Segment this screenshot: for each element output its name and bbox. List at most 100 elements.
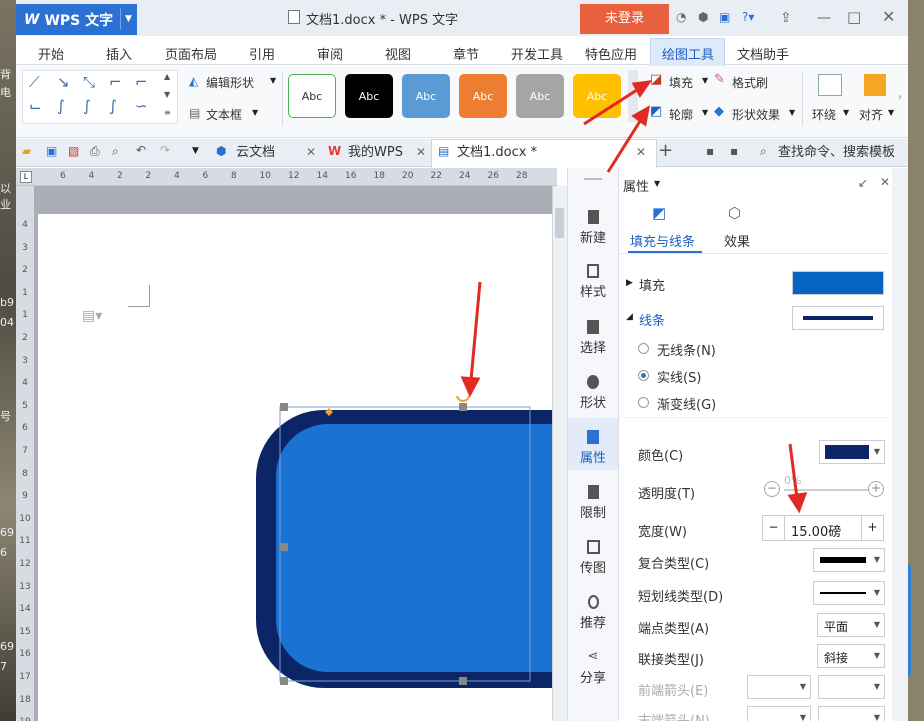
menu-layout[interactable]: 页面布局 [165,44,217,63]
tab-my-wps[interactable]: 我的WPS [348,139,403,167]
menu-home[interactable]: 开始 [38,44,64,63]
menu-drawing-tools[interactable]: 绘图工具 [662,44,714,63]
collapse-triangle-icon[interactable]: ◢ [626,312,633,322]
line-icon[interactable]: ⟋ [29,73,40,91]
sidebar-item-restrict[interactable]: 限制 [567,485,619,521]
sidebar-item-recommend[interactable]: 推荐 [567,595,619,631]
width-input[interactable]: 15.00磅 [791,521,841,540]
chevron-down-icon[interactable]: ▼ [270,76,276,85]
curve-arrow-icon[interactable]: ∫ [83,97,91,115]
transparency-slider[interactable] [784,489,868,491]
app-menu-button[interactable]: W WPS 文字 [16,4,137,35]
tab-close-icon[interactable]: ✕ [416,145,426,159]
menu-view[interactable]: 视图 [385,44,411,63]
paragraph-layout-icon[interactable]: ▤▾ [82,308,102,324]
line-section-label[interactable]: 线条 [639,310,665,329]
maximize-icon[interactable]: □ [847,8,861,26]
app-menu-dropdown-icon[interactable]: ▼ [120,8,136,30]
cap-type-dropdown[interactable]: 平面 ▼ [817,613,885,637]
curve-icon[interactable]: ∫ [57,97,65,115]
shape-effect-button[interactable]: 形状效果 [732,106,780,123]
vertical-scrollbar[interactable] [552,186,567,721]
close-icon[interactable]: ✕ [882,7,895,26]
shape-style-preset[interactable]: Abc [459,74,507,118]
radio-no-line[interactable] [638,343,649,354]
gallery-more-icon[interactable]: ≡ [164,108,171,117]
tab-effect[interactable]: 效果 [724,231,750,250]
tab-document1[interactable]: 文档1.docx * [457,139,537,167]
chevron-down-icon[interactable]: ▼ [702,76,708,85]
wrap-button[interactable]: 环绕 [812,106,836,123]
redo-icon[interactable]: ↷ [160,143,170,157]
menu-insert[interactable]: 插入 [106,44,132,63]
gallery-up-icon[interactable]: ▲ [164,72,170,81]
share-upload-icon[interactable]: ⇪ [780,10,792,26]
ribbon-scroll-right-icon[interactable]: › [898,92,902,103]
format-brush-button[interactable]: 格式刷 [732,74,768,91]
login-button[interactable]: 未登录 [580,4,669,34]
open-folder-icon[interactable]: ▰ [22,144,31,158]
settings-icon[interactable]: ⬢ [698,10,708,24]
chevron-down-icon[interactable]: ▼ [789,108,795,117]
arrow-line-icon[interactable]: ↘ [57,73,70,91]
shape-style-preset[interactable]: Abc [345,74,393,118]
help-icon[interactable]: ?▾ [742,10,754,24]
dash-type-dropdown[interactable]: ▼ [813,581,885,605]
skin-icon[interactable]: ◔ [676,10,686,24]
expand-triangle-icon[interactable]: ▶ [626,278,633,288]
shape-style-preset[interactable]: Abc [573,74,621,118]
begin-arrow-size-dropdown[interactable]: ▼ [818,675,885,699]
fill-color-swatch[interactable] [792,271,884,295]
sidebar-item-properties[interactable]: 属性 [567,430,619,466]
edit-shape-button[interactable]: 编辑形状 [206,74,254,91]
double-arrow-icon[interactable]: ⤡ [83,73,95,91]
transparency-increase-icon[interactable]: + [868,481,884,497]
curve-double-icon[interactable]: ∫ [109,97,117,115]
width-increase-icon[interactable]: + [861,516,883,540]
transparency-decrease-icon[interactable]: − [764,481,780,497]
freeform-icon[interactable]: ∽ [135,97,148,115]
fill-button[interactable]: 填充 [669,74,693,91]
align-button[interactable]: 对齐 [859,106,883,123]
new-tab-icon[interactable]: + [658,140,673,161]
elbow-arrow-icon[interactable]: ⌐ [135,73,148,91]
chevron-down-icon[interactable]: ▼ [654,179,660,188]
print-preview-icon[interactable]: ⌕ [112,144,119,159]
tab-stop-selector-icon[interactable]: L [20,171,32,183]
begin-arrow-style-dropdown[interactable]: ▼ [747,675,811,699]
fill-section-label[interactable]: 填充 [639,275,665,294]
join-type-dropdown[interactable]: 斜接 ▼ [817,644,885,668]
line-style-swatch[interactable] [792,306,884,330]
minimize-icon[interactable]: — [817,10,831,26]
menu-developer[interactable]: 开发工具 [511,44,563,63]
end-arrow-style-dropdown[interactable]: ▼ [747,706,811,721]
tab-fill-and-line[interactable]: 填充与线条 [630,231,695,250]
shape-style-preset[interactable]: Abc [288,74,336,118]
sidebar-item-upload-image[interactable]: 传图 [567,540,619,576]
text-box-button[interactable]: 文本框 [206,106,242,123]
export-pdf-icon[interactable]: ▧ [68,144,79,158]
gallery-down-icon[interactable]: ▼ [164,90,170,99]
styles-scroll[interactable] [628,70,638,122]
tab-cloud-docs[interactable]: 云文档 [236,139,275,167]
panel-collapse-icon[interactable]: ↙ [858,176,868,190]
menu-review[interactable]: 审阅 [317,44,343,63]
menu-references[interactable]: 引用 [249,44,275,63]
chevron-down-icon[interactable]: ▼ [888,108,894,117]
sidebar-item-share[interactable]: ⋖ 分享 [567,650,619,687]
sidebar-item-style[interactable]: 样式 [567,264,619,300]
shape-style-preset[interactable]: Abc [516,74,564,118]
save-icon[interactable]: ▣ [46,144,57,158]
feedback-icon[interactable]: ▣ [719,10,730,24]
menu-doc-assistant[interactable]: 文档助手 [737,44,789,63]
width-decrease-icon[interactable]: − [763,516,785,540]
radio-gradient-line[interactable] [638,397,649,408]
chevron-down-icon[interactable]: ▼ [843,108,849,117]
elbow-double-icon[interactable]: ⌙ [29,97,42,115]
compound-type-dropdown[interactable]: ▼ [813,548,885,572]
radio-solid-line[interactable] [638,370,649,381]
tab-close-icon[interactable]: ✕ [636,145,646,159]
search-commands-input[interactable]: 查找命令、搜索模板 [778,139,895,167]
end-arrow-size-dropdown[interactable]: ▼ [818,706,885,721]
line-color-dropdown[interactable]: ▼ [819,440,885,464]
